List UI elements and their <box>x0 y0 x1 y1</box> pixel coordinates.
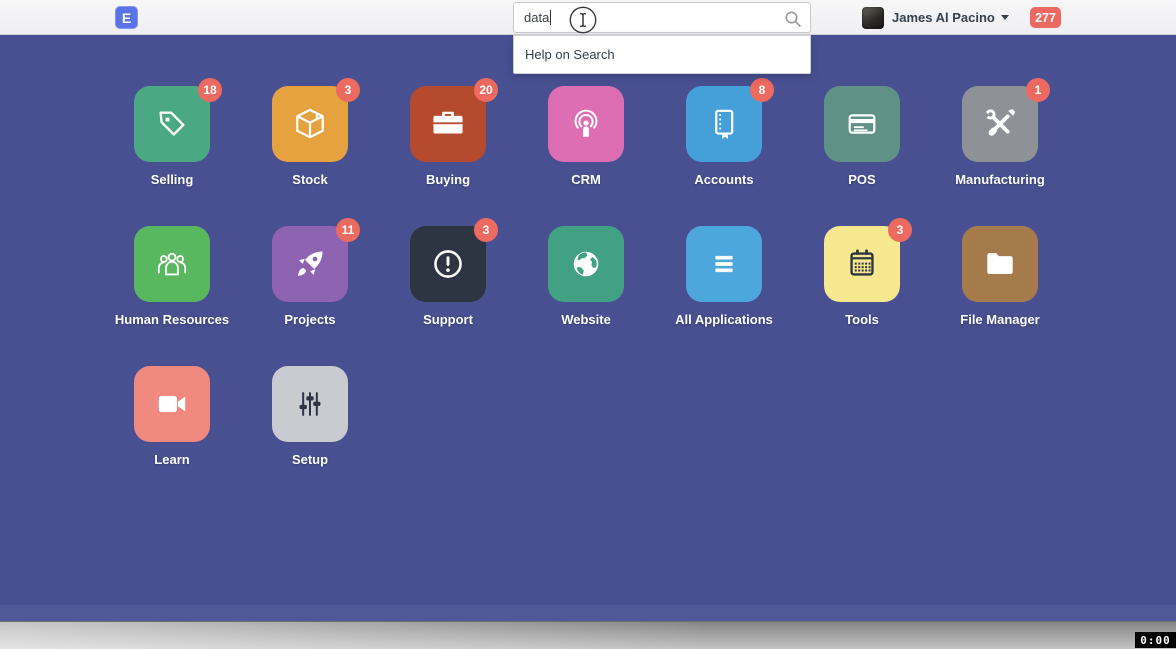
calendar-icon <box>842 244 882 284</box>
module-tools: 3 Tools <box>824 226 900 366</box>
desktop-background <box>0 621 1176 649</box>
module-row: 18 Selling 3 Stock <box>134 86 1038 226</box>
recording-timer: 0:00 <box>1135 632 1176 648</box>
rocket-icon <box>290 244 330 284</box>
module-label: Selling <box>151 172 194 187</box>
exclamation-circle-icon <box>428 244 468 284</box>
search-dropdown: Help on Search <box>513 35 811 74</box>
globe-icon <box>566 244 606 284</box>
module-projects: 11 Projects <box>272 226 348 366</box>
count-badge: 8 <box>750 78 774 102</box>
sliders-icon <box>290 384 330 424</box>
setup-tile[interactable] <box>272 366 348 442</box>
module-row: Human Resources 11 Projects <box>134 226 1038 366</box>
module-label: Manufacturing <box>955 172 1045 187</box>
module-setup: Setup <box>272 366 348 506</box>
tools-tile[interactable]: 3 <box>824 226 900 302</box>
learn-tile[interactable] <box>134 366 210 442</box>
module-label: Setup <box>292 452 328 467</box>
desk-page: 18 Selling 3 Stock <box>0 35 1176 621</box>
count-badge: 18 <box>198 78 222 102</box>
app-logo[interactable]: E <box>115 6 138 29</box>
file-manager-tile[interactable] <box>962 226 1038 302</box>
count-badge: 3 <box>888 218 912 242</box>
user-avatar[interactable] <box>862 7 884 29</box>
module-grid: 18 Selling 3 Stock <box>134 86 1038 506</box>
user-name[interactable]: James Al Pacino <box>892 10 995 25</box>
notification-count-badge[interactable]: 277 <box>1030 7 1061 28</box>
module-buying: 20 Buying <box>410 86 486 226</box>
buying-tile[interactable]: 20 <box>410 86 486 162</box>
accounts-tile[interactable]: 8 <box>686 86 762 162</box>
folder-icon <box>980 244 1020 284</box>
support-tile[interactable]: 3 <box>410 226 486 302</box>
briefcase-icon <box>428 104 468 144</box>
module-label: File Manager <box>960 312 1039 327</box>
module-label: Human Resources <box>115 312 229 327</box>
module-label: Tools <box>845 312 879 327</box>
module-label: Website <box>561 312 611 327</box>
video-camera-icon <box>152 384 192 424</box>
selling-tile[interactable]: 18 <box>134 86 210 162</box>
search-input[interactable]: data <box>513 2 811 33</box>
module-label: Stock <box>292 172 327 187</box>
credit-card-icon <box>842 104 882 144</box>
human-resources-tile[interactable] <box>134 226 210 302</box>
search-icon[interactable] <box>784 10 802 31</box>
count-badge: 3 <box>474 218 498 242</box>
people-group-icon <box>152 244 192 284</box>
module-label: Learn <box>154 452 189 467</box>
stock-tile[interactable]: 3 <box>272 86 348 162</box>
module-label: POS <box>848 172 875 187</box>
module-crm: CRM <box>548 86 624 226</box>
module-label: Buying <box>426 172 470 187</box>
crm-tile[interactable] <box>548 86 624 162</box>
module-label: Accounts <box>694 172 753 187</box>
module-selling: 18 Selling <box>134 86 210 226</box>
module-learn: Learn <box>134 366 210 506</box>
module-label: All Applications <box>675 312 773 327</box>
count-badge: 20 <box>474 78 498 102</box>
help-on-search-item[interactable]: Help on Search <box>514 36 810 73</box>
manufacturing-tile[interactable]: 1 <box>962 86 1038 162</box>
menu-bars-icon <box>704 244 744 284</box>
chevron-down-icon <box>1001 15 1009 20</box>
module-stock: 3 Stock <box>272 86 348 226</box>
module-label: Projects <box>284 312 335 327</box>
count-badge: 3 <box>336 78 360 102</box>
text-caret <box>550 10 551 25</box>
ibeam-cursor-icon <box>568 5 598 40</box>
website-tile[interactable] <box>548 226 624 302</box>
count-badge: 11 <box>336 218 360 242</box>
pos-tile[interactable] <box>824 86 900 162</box>
module-file-manager: File Manager <box>962 226 1038 366</box>
module-row: Learn Setup <box>134 366 1038 506</box>
projects-tile[interactable]: 11 <box>272 226 348 302</box>
wrench-screwdriver-icon <box>980 104 1020 144</box>
search-input-value: data <box>524 10 549 25</box>
ledger-book-icon <box>704 104 744 144</box>
app-window: E data James Al Pacino 277 Help on Searc… <box>0 0 1176 621</box>
module-all-applications: All Applications <box>686 226 762 366</box>
module-manufacturing: 1 Manufacturing <box>962 86 1038 226</box>
module-pos: POS <box>824 86 900 226</box>
module-website: Website <box>548 226 624 366</box>
module-label: CRM <box>571 172 601 187</box>
user-menu[interactable]: James Al Pacino <box>862 0 1009 35</box>
all-applications-tile[interactable] <box>686 226 762 302</box>
cube-icon <box>290 104 330 144</box>
module-accounts: 8 Accounts <box>686 86 762 226</box>
module-label: Support <box>423 312 473 327</box>
count-badge: 1 <box>1026 78 1050 102</box>
person-signal-icon <box>566 104 606 144</box>
module-human-resources: Human Resources <box>134 226 210 366</box>
footer-strip <box>0 605 1176 621</box>
module-support: 3 Support <box>410 226 486 366</box>
tag-icon <box>152 104 192 144</box>
